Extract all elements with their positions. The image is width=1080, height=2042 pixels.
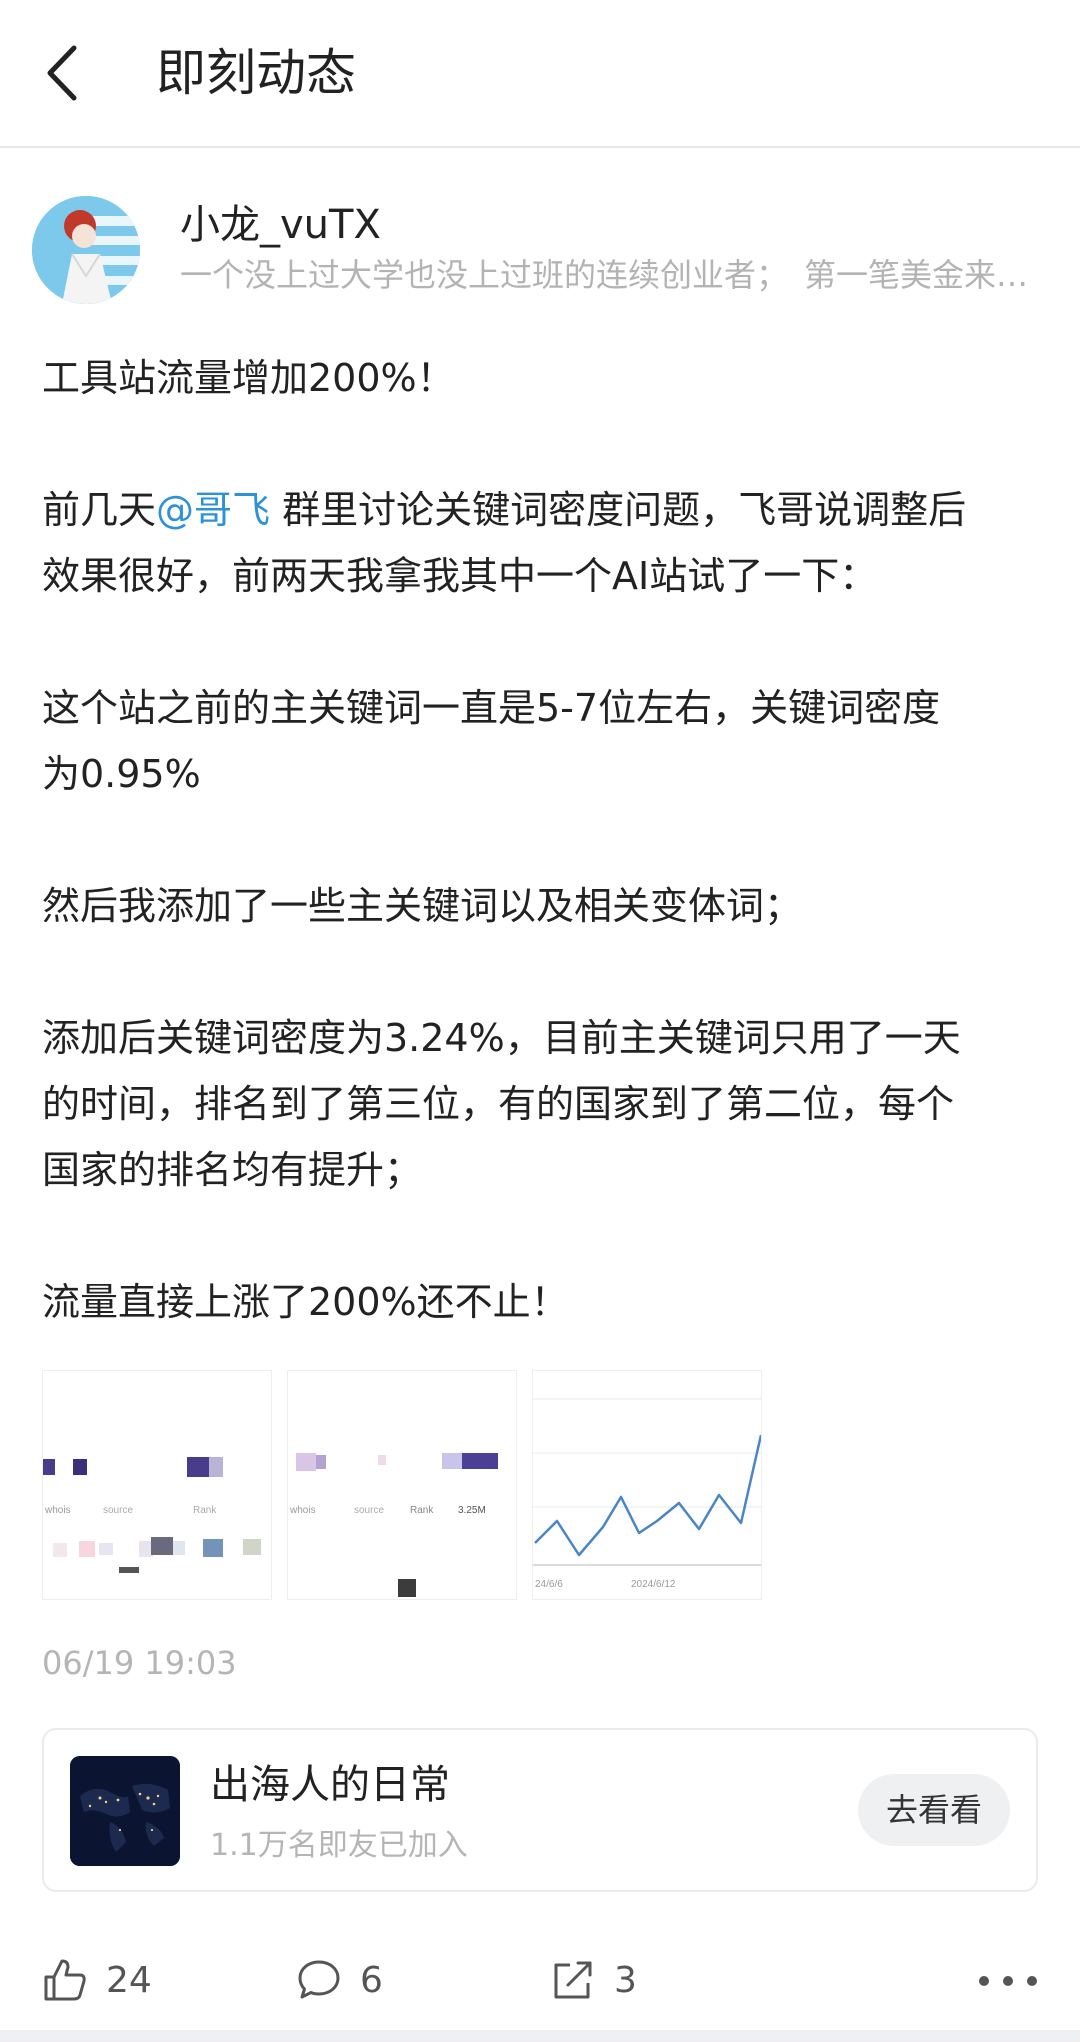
topic-member-count: 1.1万名即友已加入 (210, 1828, 468, 1863)
author-row[interactable]: 小龙_vuTX 一个没上过大学也没上过班的连续创业者； 第一笔美金来自数据复盘站… (0, 190, 1080, 310)
avatar-illustration-icon (32, 196, 140, 304)
image-thumbnail-1[interactable]: whois source Rank (42, 1370, 272, 1600)
world-map-night-icon (70, 1756, 180, 1866)
mention-link[interactable]: @哥飞 (156, 488, 270, 532)
comment-bubble-icon (298, 1960, 340, 1999)
share-icon (554, 1961, 592, 1999)
more-options-icon[interactable] (976, 1966, 1040, 1996)
post-body: 工具站流量增加200%！ 前几天@哥飞 群里讨论关键词密度问题，飞哥说调整后 效… (42, 345, 1042, 1335)
page-title: 即刻动态 (156, 44, 356, 102)
image-thumbnail-2[interactable]: whois source Rank 3.25M (287, 1370, 517, 1600)
post-line: 效果很好，前两天我拿我其中一个AI站试了一下： (42, 554, 878, 598)
image-grid: whois source Rank whois source Rank 3.25… (42, 1370, 782, 1600)
back-arrow-icon[interactable] (40, 38, 90, 108)
share-button[interactable]: 3 (550, 1930, 637, 2030)
thumb-text: source (103, 1505, 133, 1516)
post-timestamp: 06/19 19:03 (42, 1644, 237, 1682)
bottom-divider (0, 2030, 1080, 2042)
post-text: 前几天 (42, 488, 157, 532)
topic-cover-image (70, 1756, 180, 1866)
like-count: 24 (106, 1959, 152, 2001)
thumb-text: source (354, 1505, 384, 1516)
share-count: 3 (614, 1959, 637, 2001)
topic-name: 出海人的日常 (210, 1762, 450, 1808)
topic-card[interactable]: 出海人的日常 1.1万名即友已加入 去看看 (42, 1728, 1038, 1892)
post-line: 国家的排名均有提升； (42, 1148, 423, 1192)
thumb-text: whois (44, 1505, 71, 1516)
post-line: 为0.95% (42, 752, 201, 796)
avatar[interactable] (32, 196, 140, 304)
post-line: 然后我添加了一些主关键词以及相关变体词； (42, 884, 803, 928)
post-line: 添加后关键词密度为3.24%，目前主关键词只用了一天 (42, 1016, 961, 1060)
like-button[interactable]: 24 (42, 1930, 152, 2030)
post-text: 群里讨论关键词密度问题，飞哥说调整后 (270, 488, 967, 532)
comment-count: 6 (360, 1959, 383, 2001)
image-thumbnail-3[interactable]: 24/6/6 2024/6/12 (532, 1370, 762, 1600)
post-line: 这个站之前的主关键词一直是5-7位左右，关键词密度 (42, 686, 941, 730)
post-paragraph: 前几天@哥飞 群里讨论关键词密度问题，飞哥说调整后 (42, 477, 1042, 543)
chart-x-label: 24/6/6 (535, 1579, 563, 1590)
action-bar: 24 6 3 (0, 1930, 1080, 2030)
post-line: 流量直接上涨了200%还不止！ (42, 1280, 569, 1324)
thumbs-up-icon (44, 1959, 86, 2001)
traffic-chart-icon: 24/6/6 2024/6/12 (533, 1398, 761, 1590)
screenshot-thumbnail-icon: whois source Rank 3.25M (289, 1453, 498, 1597)
thumb-text: Rank (410, 1505, 434, 1516)
view-topic-button[interactable]: 去看看 (858, 1774, 1010, 1846)
author-name[interactable]: 小龙_vuTX (180, 200, 381, 250)
thumb-text: whois (289, 1505, 316, 1516)
top-bar: 即刻动态 (0, 0, 1080, 148)
comment-button[interactable]: 6 (296, 1930, 383, 2030)
thumb-text: Rank (193, 1505, 217, 1516)
screenshot-thumbnail-icon: whois source Rank (43, 1457, 261, 1573)
post-line: 工具站流量增加200%！ (42, 356, 455, 400)
thumb-text: 3.25M (458, 1505, 486, 1516)
author-bio: 一个没上过大学也没上过班的连续创业者； 第一笔美金来自数据复盘站，正在做出海工具… (180, 256, 1030, 294)
chart-x-label: 2024/6/12 (631, 1579, 676, 1590)
post-line: 的时间，排名到了第三位，有的国家到了第二位，每个 (42, 1082, 955, 1126)
